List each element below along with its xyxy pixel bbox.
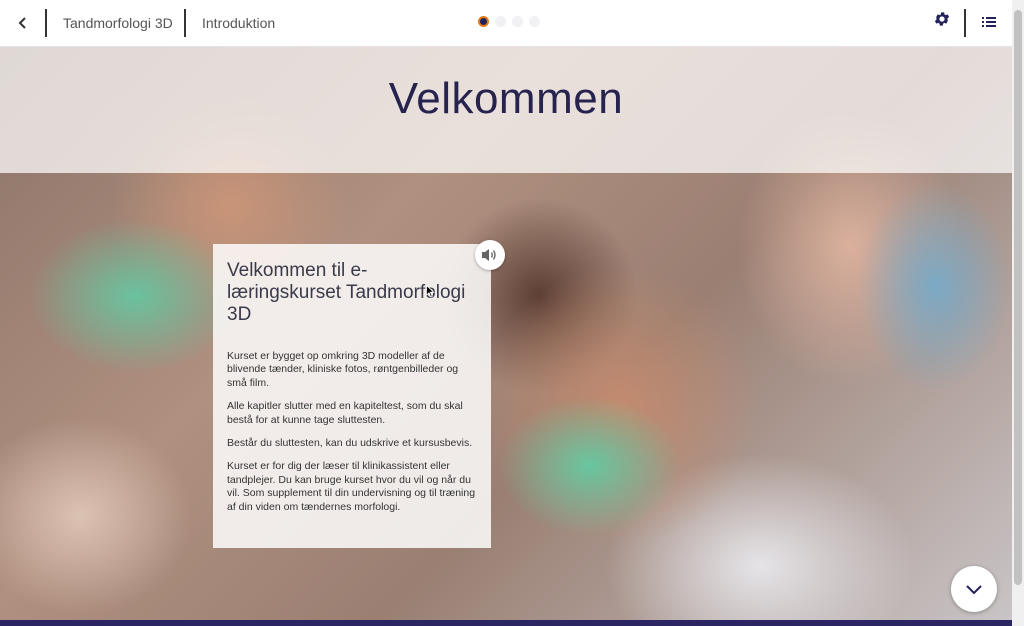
speaker-icon — [482, 249, 496, 261]
course-title[interactable]: Tandmorfologi 3D — [63, 0, 173, 46]
chevron-down-icon — [966, 584, 982, 594]
top-bar: Tandmorfologi 3D Introduktion — [0, 0, 1012, 47]
settings-button[interactable] — [928, 5, 956, 33]
bottom-bar — [0, 620, 1012, 626]
back-button[interactable] — [0, 0, 46, 46]
card-paragraph: Alle kapitler slutter med en kapiteltest… — [227, 400, 463, 426]
page-title: Velkommen — [388, 74, 624, 123]
progress-dot[interactable] — [529, 16, 540, 27]
gear-icon — [934, 12, 950, 26]
menu-button[interactable] — [975, 8, 1003, 36]
audio-button[interactable] — [475, 240, 505, 270]
divider — [45, 9, 47, 37]
hero-section: Velkommen Velkommen til e-læringskurset … — [0, 46, 1012, 620]
card-paragraph: Består du sluttesten, kan du udskrive et… — [227, 437, 473, 450]
progress-dots — [478, 16, 540, 27]
card-paragraph: Kurset er for dig der læser til klinikas… — [227, 460, 476, 513]
section-title[interactable]: Introduktion — [202, 0, 275, 46]
progress-dot-active[interactable] — [478, 16, 489, 27]
mouse-cursor-icon — [426, 285, 435, 298]
card-heading: Velkommen til e-læringskurset Tandmorfol… — [227, 260, 466, 325]
scrollbar-thumb[interactable] — [1014, 10, 1022, 585]
divider — [184, 9, 186, 37]
progress-dot[interactable] — [512, 16, 523, 27]
divider — [964, 9, 966, 37]
scroll-down-button[interactable] — [951, 566, 997, 612]
scrollbar[interactable] — [1012, 0, 1024, 626]
card-paragraph: Kurset er bygget op omkring 3D modeller … — [227, 350, 459, 389]
list-icon — [982, 17, 996, 27]
chevron-left-icon — [18, 17, 26, 29]
intro-card: Velkommen til e-læringskurset Tandmorfol… — [213, 244, 491, 548]
progress-dot[interactable] — [495, 16, 506, 27]
